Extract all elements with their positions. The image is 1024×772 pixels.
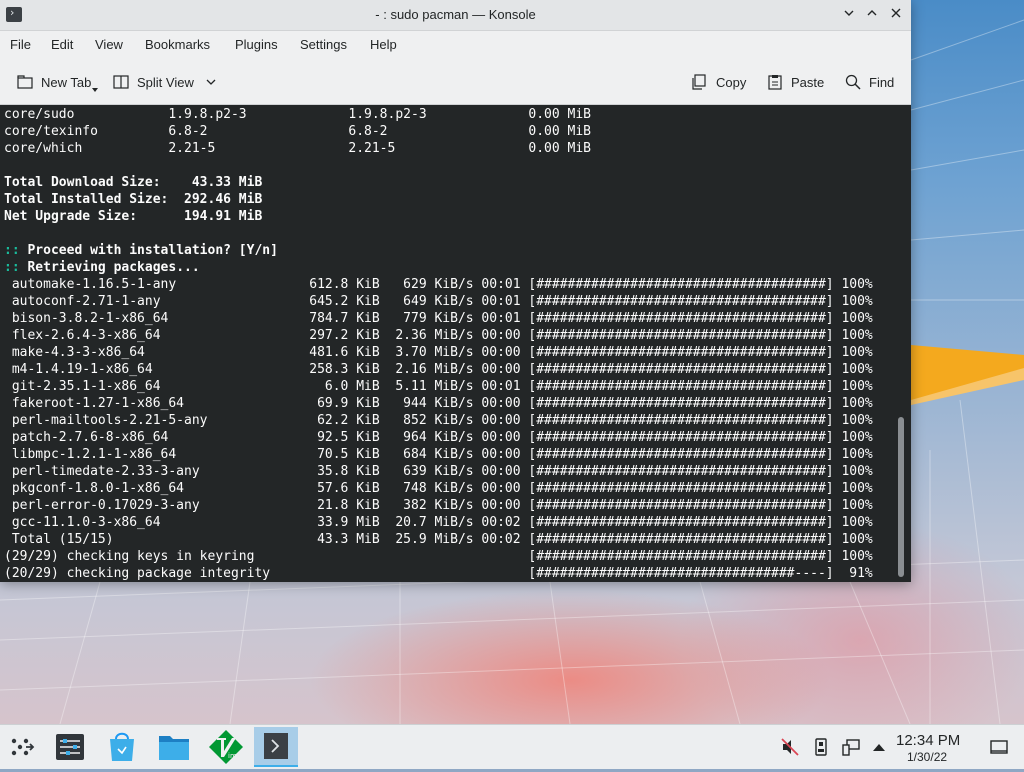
split-view-icon — [113, 75, 129, 89]
terminal-line: core/sudo 1.9.8.p2-3 1.9.8.p2-3 0.00 MiB — [4, 107, 591, 122]
task-file-manager[interactable] — [152, 727, 196, 767]
new-tab-icon — [17, 75, 33, 89]
expand-tray-icon[interactable] — [869, 737, 889, 757]
scrollbar-thumb[interactable] — [898, 417, 904, 577]
terminal-line: make-4.3-3-x86_64 481.6 KiB 3.70 MiB/s 0… — [4, 345, 873, 360]
terminal-line: flex-2.6.4-3-x86_64 297.2 KiB 2.36 MiB/s… — [4, 328, 873, 343]
prompt-text: Proceed with installation? [Y/n] — [19, 243, 278, 258]
chevron-down-icon — [206, 79, 216, 85]
terminal-line: bison-3.8.2-1-x86_64 784.7 KiB 779 KiB/s… — [4, 311, 873, 326]
task-vim[interactable]: im — [204, 727, 248, 767]
menu-plugins[interactable]: Plugins — [235, 37, 278, 52]
new-tab-button[interactable]: New Tab — [12, 66, 102, 98]
terminal-line: perl-mailtools-2.21-5-any 62.2 KiB 852 K… — [4, 413, 873, 428]
copy-button[interactable]: Copy — [686, 66, 752, 98]
task-system-settings[interactable] — [48, 727, 92, 767]
close-icon — [891, 8, 901, 18]
terminal-line: core/which 2.21-5 2.21-5 0.00 MiB — [4, 141, 591, 156]
taskbar: im 12:34 PM 1/30/22 — [0, 724, 1024, 769]
split-view-label: Split View — [137, 75, 194, 90]
chevron-up-icon — [867, 10, 877, 16]
title-bar[interactable]: › - : sudo pacman — Konsole — [0, 0, 911, 31]
task-discover[interactable] — [100, 727, 144, 767]
terminal-line: :: Retrieving packages... — [4, 259, 200, 276]
terminal-line: automake-1.16.5-1-any 612.8 KiB 629 KiB/… — [4, 277, 873, 292]
system-settings-icon — [56, 734, 84, 760]
terminal-line: libmpc-1.2.1-1-x86_64 70.5 KiB 684 KiB/s… — [4, 447, 873, 462]
terminal-line: m4-1.4.19-1-x86_64 258.3 KiB 2.16 MiB/s … — [4, 362, 873, 377]
paste-label: Paste — [791, 75, 825, 90]
close-button[interactable] — [887, 6, 905, 24]
prompt-text: Retrieving packages... — [19, 260, 200, 275]
copy-label: Copy — [716, 75, 747, 90]
prompt-prefix: :: — [4, 243, 20, 258]
application-launcher[interactable] — [0, 727, 44, 767]
terminal-line: fakeroot-1.27-1-x86_64 69.9 KiB 944 KiB/… — [4, 396, 873, 411]
menu-bar: File Edit View Bookmarks Plugins Setting… — [0, 31, 911, 59]
menu-file[interactable]: File — [10, 37, 31, 52]
konsole-icon — [264, 733, 288, 759]
terminal-output[interactable]: core/sudo 1.9.8.p2-3 1.9.8.p2-3 0.00 MiB… — [0, 105, 911, 582]
terminal-line: (29/29) checking keys in keyring [######… — [4, 549, 873, 564]
dropdown-arrow-icon — [92, 88, 98, 92]
find-button[interactable]: Find — [840, 66, 904, 98]
terminal-line: Total (15/15) 43.3 MiB 25.9 MiB/s 00:02 … — [4, 532, 873, 547]
new-tab-label: New Tab — [41, 75, 92, 90]
terminal-line: Net Upgrade Size: 194.91 MiB — [4, 209, 263, 224]
application-launcher-icon — [11, 738, 35, 756]
discover-store-icon — [110, 732, 134, 761]
terminal-line: perl-timedate-2.33-3-any 35.8 KiB 639 Ki… — [4, 464, 873, 479]
menu-bookmarks[interactable]: Bookmarks — [145, 37, 210, 52]
terminal-line: core/texinfo 6.8-2 6.8-2 0.00 MiB — [4, 124, 591, 139]
split-view-button[interactable]: Split View — [108, 66, 224, 98]
terminal-line: pkgconf-1.8.0-1-x86_64 57.6 KiB 748 KiB/… — [4, 481, 873, 496]
terminal-line: (20/29) checking package integrity [####… — [4, 566, 873, 581]
terminal-line: Total Installed Size: 292.46 MiB — [4, 192, 263, 207]
clock-date[interactable]: 1/30/22 — [907, 750, 947, 764]
prompt-prefix: :: — [4, 260, 20, 275]
vim-icon: im — [209, 730, 243, 764]
svg-text:im: im — [228, 752, 237, 760]
terminal-line: gcc-11.1.0-3-x86_64 33.9 MiB 20.7 MiB/s … — [4, 515, 873, 530]
menu-edit[interactable]: Edit — [51, 37, 73, 52]
chevron-down-icon — [844, 10, 854, 16]
minimize-button[interactable] — [840, 6, 858, 24]
find-label: Find — [869, 75, 895, 90]
network-icon[interactable] — [841, 737, 861, 757]
terminal-line: perl-error-0.17029-3-any 21.8 KiB 382 Ki… — [4, 498, 873, 513]
paste-button[interactable]: Paste — [762, 66, 832, 98]
terminal-line: git-2.35.1-1-x86_64 6.0 MiB 5.11 MiB/s 0… — [4, 379, 873, 394]
storage-icon[interactable] — [811, 737, 831, 757]
maximize-button[interactable] — [863, 6, 881, 24]
menu-help[interactable]: Help — [370, 37, 397, 52]
terminal-line: autoconf-2.71-1-any 645.2 KiB 649 KiB/s … — [4, 294, 873, 309]
menu-settings[interactable]: Settings — [300, 37, 347, 52]
search-icon — [845, 74, 861, 90]
paste-icon — [768, 75, 782, 90]
konsole-window[interactable]: › - : sudo pacman — Konsole File Edit Vi… — [0, 0, 911, 582]
menu-view[interactable]: View — [95, 37, 123, 52]
clock-time[interactable]: 12:34 PM — [896, 732, 960, 749]
terminal-line: :: Proceed with installation? [Y/n] — [4, 242, 278, 259]
file-manager-icon — [159, 736, 189, 760]
terminal-line: Total Download Size: 43.33 MiB — [4, 175, 263, 190]
copy-icon — [692, 74, 706, 90]
window-title: - : sudo pacman — Konsole — [375, 7, 536, 22]
show-desktop-icon[interactable] — [989, 737, 1009, 757]
volume-muted-icon[interactable] — [780, 737, 800, 757]
task-konsole[interactable] — [254, 727, 298, 767]
toolbar: New Tab Split View Copy Paste Find — [0, 60, 911, 105]
terminal-line: patch-2.7.6-8-x86_64 92.5 KiB 964 KiB/s … — [4, 430, 873, 445]
